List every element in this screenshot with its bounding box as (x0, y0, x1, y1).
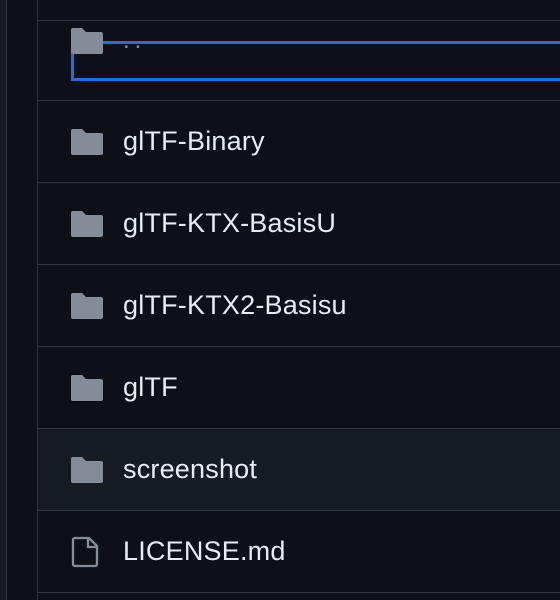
folder-icon (70, 208, 104, 240)
file-name-link[interactable]: glTF (123, 372, 178, 403)
left-gutter (0, 0, 7, 600)
file-row-screenshot[interactable]: screenshot (38, 429, 560, 511)
file-row-license[interactable]: LICENSE.md (38, 511, 560, 593)
file-name-link[interactable]: glTF-Binary (123, 126, 265, 157)
file-row-gltf-ktx2-basisu[interactable]: glTF-KTX2-Basisu (38, 265, 560, 347)
file-row-partial (38, 593, 560, 600)
parent-directory-label[interactable]: .. (123, 27, 146, 55)
parent-directory-row[interactable]: .. (38, 21, 560, 101)
file-name-link[interactable]: screenshot (123, 454, 257, 485)
file-row-gltf[interactable]: glTF (38, 347, 560, 429)
file-row-gltf-binary[interactable]: glTF-Binary (38, 101, 560, 183)
folder-icon (70, 25, 104, 57)
file-list: .. glTF-Binary glTF-KTX-BasisU glTF-KTX2… (37, 0, 560, 600)
folder-icon (70, 290, 104, 322)
file-list-top-border (38, 0, 560, 21)
file-name-link[interactable]: glTF-KTX2-Basisu (123, 290, 347, 321)
file-icon (70, 536, 104, 568)
file-browser-page: .. glTF-Binary glTF-KTX-BasisU glTF-KTX2… (0, 0, 560, 600)
file-name-link[interactable]: LICENSE.md (123, 536, 286, 567)
folder-icon (70, 454, 104, 486)
file-row-gltf-ktx-basisu[interactable]: glTF-KTX-BasisU (38, 183, 560, 265)
folder-icon (70, 126, 104, 158)
folder-icon (70, 372, 104, 404)
file-name-link[interactable]: glTF-KTX-BasisU (123, 208, 336, 239)
